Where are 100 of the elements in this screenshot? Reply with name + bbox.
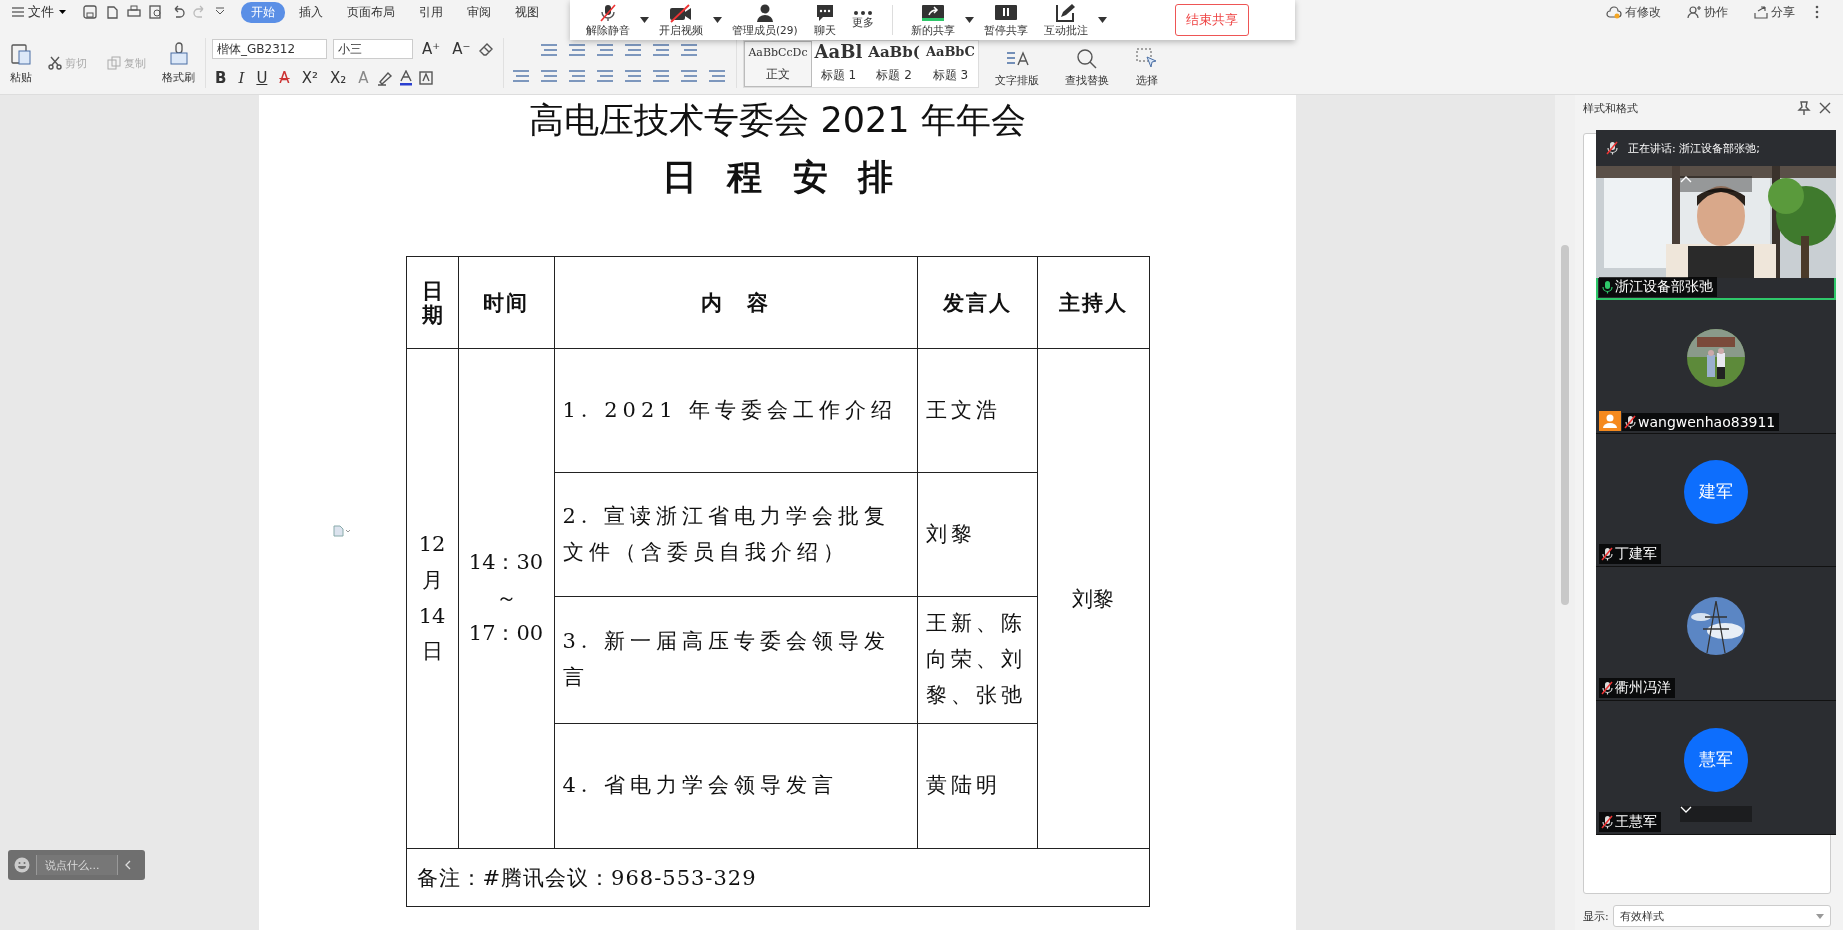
pin-icon[interactable]	[1797, 101, 1811, 115]
chevron-up-icon	[1680, 176, 1692, 183]
cloud-icon	[1606, 5, 1622, 19]
annotate-icon	[1054, 2, 1077, 23]
ribbon-button[interactable]: 格式刷	[160, 39, 197, 87]
document-icon[interactable]	[333, 525, 351, 537]
muted-mic-icon	[1601, 815, 1613, 829]
header-action[interactable]: 分享	[1748, 2, 1801, 22]
cursor-icon	[1134, 47, 1159, 69]
ribbon-tab[interactable]: 审阅	[457, 1, 501, 23]
participant-tile[interactable]: 慧军 王慧军	[1596, 701, 1836, 835]
ribbon-button[interactable]: 查找替换	[1054, 47, 1119, 88]
table-cell: 4. 省电力学会领导发言	[554, 723, 917, 849]
table-header-cell: 日期	[406, 256, 458, 349]
participant-tile[interactable]: 浙江设备部张弛	[1596, 166, 1836, 300]
font-color-icon[interactable]	[399, 70, 414, 86]
mic-icon	[1601, 279, 1613, 294]
meeting-button[interactable]: 解除静音	[580, 2, 636, 38]
font-size-field[interactable]: 小三	[333, 39, 413, 59]
muted-mic-icon	[1606, 141, 1618, 155]
table-header-cell: 主持人	[1037, 256, 1149, 349]
menu-icon	[12, 7, 24, 17]
ribbon-tab[interactable]: 视图	[505, 1, 549, 23]
end-share-button[interactable]: 结束共享	[1175, 4, 1249, 36]
more-icon[interactable]	[1815, 5, 1819, 19]
print-preview-icon[interactable]	[149, 5, 163, 19]
search-icon	[1074, 47, 1099, 69]
highlighter-icon[interactable]	[377, 70, 394, 86]
scissors-icon	[48, 56, 62, 70]
paint-brush-icon	[168, 41, 189, 66]
file-menu[interactable]: 文件	[8, 3, 71, 21]
format-button[interactable]: X₂	[326, 69, 350, 87]
share-icon	[1754, 5, 1768, 19]
ribbon-button[interactable]: 粘贴	[8, 39, 34, 87]
copy-icon	[107, 56, 121, 70]
meeting-button[interactable]: 聊天	[807, 2, 842, 38]
initials-avatar: 慧军	[1684, 727, 1748, 792]
participant-name: 衢州冯洋	[1599, 678, 1675, 699]
table-header-cell: 发言人	[917, 256, 1037, 349]
meeting-button[interactable]: 新的共享	[904, 2, 961, 38]
header-action[interactable]: 有修改	[1600, 2, 1667, 22]
header-action[interactable]: 协作	[1681, 2, 1734, 22]
document-subtitle: 日 程 安 排	[662, 156, 893, 199]
participant-tile[interactable]: wangwenhao83911	[1596, 299, 1836, 434]
table-cell: 14：30 ～ 17：00	[458, 348, 554, 849]
meeting-button[interactable]: 暂停共享	[977, 2, 1034, 38]
muted-mic-icon	[598, 2, 618, 23]
participant-name: 王慧军	[1599, 812, 1661, 832]
participant-tile[interactable]: 衢州冯洋	[1596, 567, 1836, 702]
table-header-cell: 时间	[458, 256, 554, 349]
format-button[interactable]: I	[235, 69, 248, 87]
font-family-field[interactable]: 楷体_GB2312	[212, 39, 327, 59]
muted-mic-icon	[1624, 414, 1636, 429]
chevron-down-icon	[1680, 806, 1692, 813]
format-button[interactable]: A	[276, 69, 293, 87]
table-cell: 备注：#腾讯会议：968-553-329	[406, 848, 1149, 907]
style-preset[interactable]: AaBbCcDc 正文	[744, 41, 812, 87]
document-title: 高电压技术专委会 2021 年年会	[529, 99, 1026, 142]
scroll-down-button[interactable]	[1680, 806, 1752, 822]
ribbon-tab[interactable]: 引用	[409, 1, 453, 23]
close-icon[interactable]	[1819, 102, 1831, 114]
table-cell: 刘黎	[1037, 348, 1149, 849]
meeting-button[interactable]: 互动批注	[1037, 2, 1094, 38]
chat-input[interactable]: 说点什么...	[36, 855, 118, 875]
show-label: 显示:	[1583, 908, 1609, 924]
meeting-button[interactable]: 更多	[845, 10, 880, 30]
character-border-icon[interactable]	[419, 71, 434, 85]
chevron-down-icon	[58, 9, 67, 15]
print-icon[interactable]	[127, 5, 141, 19]
table-cell: 王文浩	[917, 348, 1037, 473]
initials-avatar: 建军	[1684, 460, 1748, 524]
meeting-button[interactable]: 开启视频	[653, 2, 709, 38]
table-cell: 1. 2021 年专委会工作介绍	[554, 348, 917, 473]
participant-name: 丁建军	[1599, 544, 1661, 565]
table-cell: 3. 新一届高压专委会领导发言	[554, 596, 917, 724]
scroll-up-button[interactable]	[1680, 176, 1752, 192]
ribbon-button[interactable]: 文字排版	[984, 47, 1049, 88]
show-dropdown[interactable]: 有效样式	[1612, 905, 1831, 927]
add-person-icon	[1687, 5, 1701, 19]
font-size-button[interactable]: A⁻	[449, 40, 474, 58]
format-button[interactable]: X²	[298, 69, 321, 87]
collapse-icon[interactable]	[124, 860, 132, 870]
ribbon-tab[interactable]: 插入	[289, 1, 333, 23]
format-button[interactable]: B	[212, 69, 230, 87]
ribbon-button[interactable]: 选择	[1124, 47, 1169, 88]
save-icon[interactable]	[83, 5, 97, 19]
clipboard-icon	[10, 41, 32, 66]
speaking-status: 正在讲话: 浙江设备部张弛;	[1628, 140, 1760, 156]
font-size-button[interactable]: A⁺	[419, 40, 444, 58]
dropdown-caret-icon	[1816, 913, 1824, 919]
ribbon-tab[interactable]: 页面布局	[337, 1, 405, 23]
camera-off-icon	[669, 2, 693, 23]
emoji-icon[interactable]	[14, 857, 30, 873]
customize-icon[interactable]	[215, 7, 225, 17]
format-button[interactable]: U	[253, 69, 271, 87]
muted-mic-icon	[1601, 547, 1613, 562]
participant-tile[interactable]: 建军 丁建军	[1596, 433, 1836, 568]
meeting-button[interactable]: 管理成员(29)	[726, 2, 804, 38]
table-header-cell: 内 容	[554, 256, 917, 349]
table-cell: 12月14日	[406, 348, 458, 849]
